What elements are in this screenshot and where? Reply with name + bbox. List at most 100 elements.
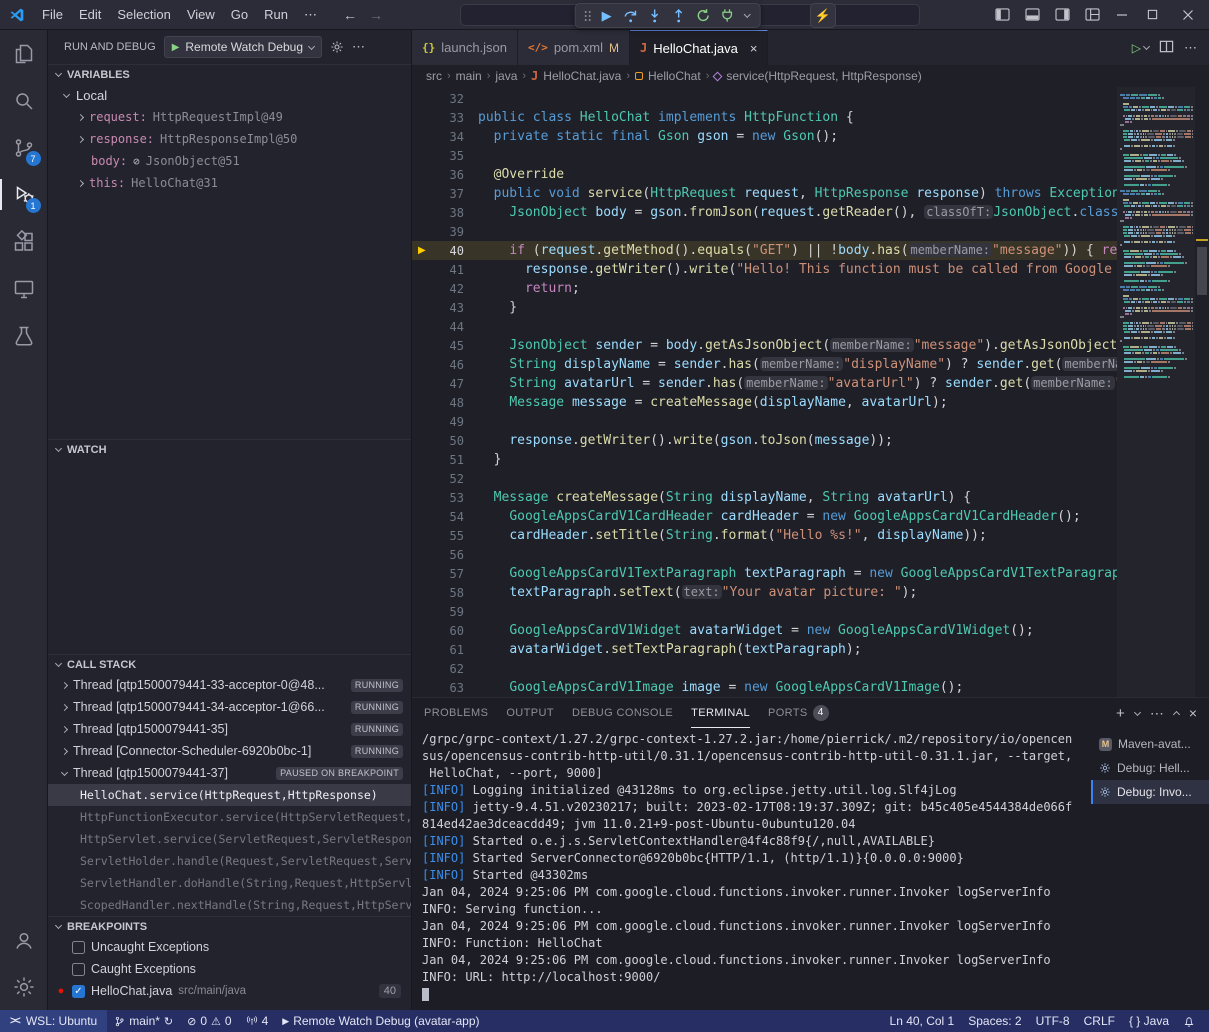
code-line[interactable]: if (request.getMethod().equals("GET") ||… (478, 241, 1117, 260)
code-line[interactable] (478, 146, 1117, 165)
code-line[interactable] (478, 545, 1117, 564)
code-line[interactable] (478, 602, 1117, 621)
menu-view[interactable]: View (179, 0, 223, 30)
ports-indicator[interactable]: 4 (239, 1010, 276, 1032)
line-number[interactable]: 57 (412, 564, 478, 583)
code-line[interactable]: response.getWriter().write("Hello! This … (478, 260, 1117, 279)
step-over-icon[interactable] (620, 5, 642, 27)
code-line[interactable]: cardHeader.setTitle(String.format("Hello… (478, 526, 1117, 545)
code-line[interactable]: String avatarUrl = sender.has(memberName… (478, 374, 1117, 393)
code-line[interactable]: } (478, 298, 1117, 317)
toggle-panel-icon[interactable] (1017, 0, 1047, 30)
breadcrumb-item[interactable]: HelloChat.java (543, 69, 621, 83)
line-number[interactable]: 60 (412, 621, 478, 640)
minimap[interactable] (1117, 87, 1195, 697)
variable-row[interactable]: this:HelloChat@31 (48, 172, 411, 194)
call-stack-thread[interactable]: Thread [qtp1500079441-35]RUNNING (48, 718, 411, 740)
panel-tab-output[interactable]: OUTPUT (506, 698, 554, 728)
breakpoint-checkbox[interactable] (72, 941, 85, 954)
breakpoints-section-header[interactable]: BREAKPOINTS (48, 916, 411, 936)
panel-tab-problems[interactable]: PROBLEMS (424, 698, 488, 728)
toggle-sidebar-icon[interactable] (987, 0, 1017, 30)
menu-run[interactable]: Run (256, 0, 296, 30)
call-stack-thread[interactable]: Thread [qtp1500079441-37]PAUSED ON BREAK… (48, 762, 411, 784)
toggle-secondary-sidebar-icon[interactable] (1047, 0, 1077, 30)
problems-indicator[interactable]: ⊘ 0 ⚠ 0 (180, 1010, 238, 1032)
maximize-panel-icon[interactable] (1173, 711, 1180, 718)
account-icon[interactable] (0, 916, 48, 963)
stack-frame[interactable]: ServletHandler.doHandle(String,Request,H… (48, 872, 411, 894)
stack-frame[interactable]: ServletHolder.handle(Request,ServletRequ… (48, 850, 411, 872)
line-number[interactable]: 54 (412, 507, 478, 526)
call-stack-thread[interactable]: Thread [qtp1500079441-34-acceptor-1@66..… (48, 696, 411, 718)
stack-frame[interactable]: HttpServlet.service(ServletRequest,Servl… (48, 828, 411, 850)
tab-pom.xml[interactable]: </>pom.xmlM (518, 30, 630, 65)
stack-frame[interactable]: HttpFunctionExecutor.service(HttpServlet… (48, 806, 411, 828)
panel-tab-ports[interactable]: PORTS4 (768, 698, 829, 728)
notifications-bell-icon[interactable] (1183, 1015, 1195, 1028)
line-number[interactable]: 62 (412, 659, 478, 678)
minimize-icon[interactable] (1107, 0, 1137, 30)
code-line[interactable]: GoogleAppsCardV1Widget avatarWidget = ne… (478, 621, 1117, 640)
breadcrumb-item[interactable]: service(HttpRequest, HttpResponse) (726, 69, 921, 83)
stack-frame[interactable]: ScopedHandler.nextHandle(String,Request,… (48, 894, 411, 916)
step-out-icon[interactable] (668, 5, 690, 27)
panel-more-icon[interactable]: ⋯ (1150, 705, 1164, 722)
line-number[interactable]: 39 (412, 222, 478, 241)
breadcrumb-item[interactable]: java (495, 69, 517, 83)
menu-more-icon[interactable]: ⋯ (296, 7, 325, 23)
line-number[interactable]: 41 (412, 260, 478, 279)
code-line[interactable]: textParagraph.setText(text:"Your avatar … (478, 583, 1117, 602)
source-control-icon[interactable]: 7 (0, 124, 48, 171)
line-number[interactable]: 56 (412, 545, 478, 564)
indentation-indicator[interactable]: Spaces: 2 (968, 1014, 1021, 1028)
split-editor-icon[interactable] (1159, 39, 1174, 57)
code-line[interactable]: GoogleAppsCardV1Image image = new Google… (478, 678, 1117, 697)
eol-indicator[interactable]: CRLF (1084, 1014, 1115, 1028)
line-number[interactable]: 44 (412, 317, 478, 336)
line-number[interactable]: 46 (412, 355, 478, 374)
code-line[interactable]: return; (478, 279, 1117, 298)
terminal-session[interactable]: MMaven-avat... (1091, 732, 1209, 756)
breakpoint-row[interactable]: Uncaught Exceptions (48, 936, 411, 958)
code-line[interactable]: response.getWriter().write(gson.toJson(m… (478, 431, 1117, 450)
code-line[interactable]: Message message = createMessage(displayN… (478, 393, 1117, 412)
back-icon[interactable]: ← (339, 7, 361, 23)
remote-indicator[interactable]: >< WSL: Ubuntu (0, 1010, 107, 1032)
code-line[interactable]: Message createMessage(String displayName… (478, 488, 1117, 507)
variables-scope-local[interactable]: Local (48, 84, 411, 106)
line-number[interactable]: 61 (412, 640, 478, 659)
close-panel-icon[interactable]: × (1189, 705, 1197, 721)
debug-config-dropdown[interactable]: ▶ Remote Watch Debug (164, 36, 322, 58)
line-number[interactable]: 36 (412, 165, 478, 184)
code-line[interactable]: String displayName = sender.has(memberNa… (478, 355, 1117, 374)
terminal-dropdown-icon[interactable] (1134, 708, 1141, 715)
line-number[interactable]: 48 (412, 393, 478, 412)
debug-toolbar-chevron-icon[interactable] (740, 5, 754, 27)
start-debug-icon[interactable]: ▶ (172, 42, 180, 53)
code-line[interactable]: private static final Gson gson = new Gso… (478, 127, 1117, 146)
line-number[interactable]: ▶40 (412, 241, 478, 260)
line-number[interactable]: 47 (412, 374, 478, 393)
line-number[interactable]: 33 (412, 108, 478, 127)
variable-row[interactable]: response:HttpResponseImpl@50 (48, 128, 411, 150)
breakpoint-checkbox[interactable]: ✓ (72, 985, 85, 998)
code-line[interactable] (478, 469, 1117, 488)
call-stack-thread[interactable]: Thread [Connector-Scheduler-6920b0bc-1]R… (48, 740, 411, 762)
code-line[interactable]: avatarWidget.setTextParagraph(textParagr… (478, 640, 1117, 659)
line-number[interactable]: 49 (412, 412, 478, 431)
language-indicator[interactable]: { } Java (1129, 1014, 1169, 1028)
code-line[interactable]: } (478, 450, 1117, 469)
code-line[interactable]: GoogleAppsCardV1CardHeader cardHeader = … (478, 507, 1117, 526)
menu-edit[interactable]: Edit (71, 0, 109, 30)
settings-gear-icon[interactable] (0, 963, 48, 1010)
terminal-output[interactable]: /grpc/grpc-context/1.27.2/grpc-context-1… (412, 728, 1091, 1010)
editor-more-icon[interactable]: ⋯ (1184, 40, 1197, 56)
breadcrumb-item[interactable]: HelloChat (648, 69, 701, 83)
line-number[interactable]: 50 (412, 431, 478, 450)
restart-icon[interactable] (692, 5, 714, 27)
cursor-position[interactable]: Ln 40, Col 1 (890, 1014, 955, 1028)
line-number[interactable]: 58 (412, 583, 478, 602)
code-line[interactable] (478, 222, 1117, 241)
editor-content[interactable]: public class HelloChat implements HttpFu… (478, 87, 1117, 697)
